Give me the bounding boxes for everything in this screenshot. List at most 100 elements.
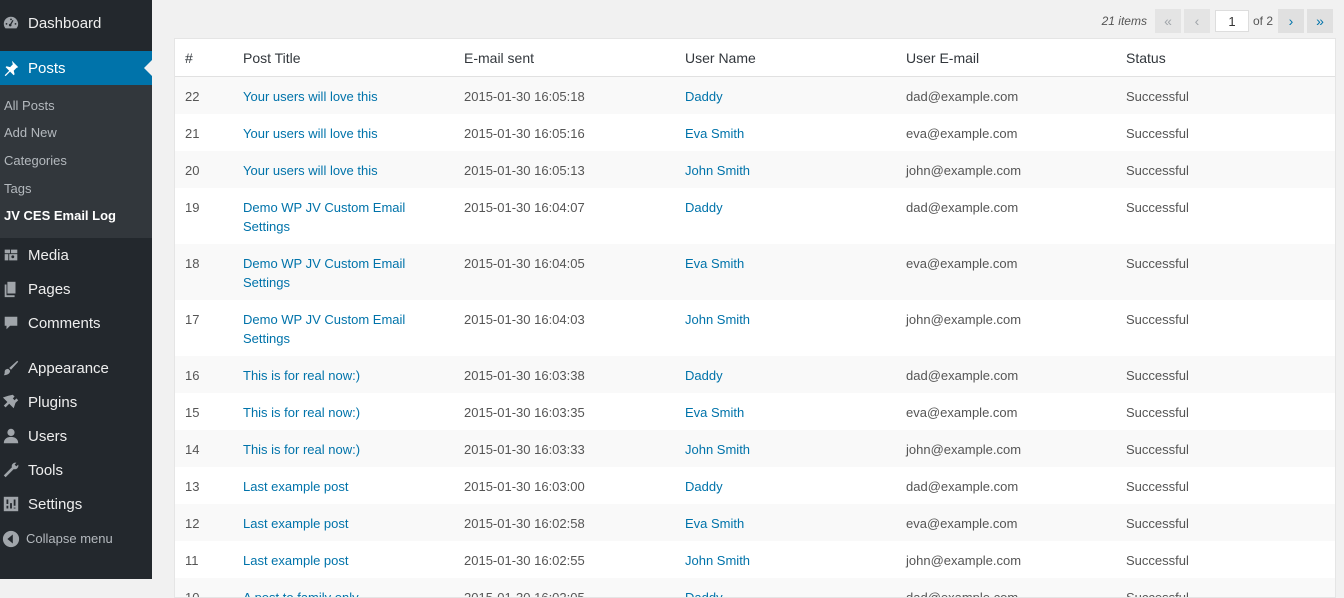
post-title-link[interactable]: Last example post [243,551,418,570]
submenu-add-new[interactable]: Add New [4,125,57,140]
collapse-menu-button[interactable]: Collapse menu [0,521,152,555]
user-name-link[interactable]: John Smith [685,312,750,327]
user-email: john@example.com [906,151,1126,188]
menu-item-posts[interactable]: Posts [0,51,152,85]
column-header-status[interactable]: Status [1126,39,1335,77]
submenu-all-posts[interactable]: All Posts [4,98,55,113]
user-email: eva@example.com [906,405,1018,420]
menu-item-settings[interactable]: Settings [0,487,152,521]
menu-item-comments[interactable]: Comments [0,306,152,340]
table-row: 15 This is for real now:) 2015-01-30 16:… [175,393,1335,430]
status: Successful [1126,200,1189,215]
email-sent-date: 2015-01-30 16:02:58 [464,504,685,541]
menu-item-tools[interactable]: Tools [0,453,152,487]
email-sent-date: 2015-01-30 16:03:35 [464,405,585,420]
dashboard-icon [2,14,20,32]
post-title-link[interactable]: Your users will love this [243,161,418,180]
submenu-jv-ces-email-log[interactable]: JV CES Email Log [4,208,116,223]
column-header-post-title[interactable]: Post Title [243,39,464,77]
status: Successful [1126,504,1335,541]
post-title-link[interactable]: Your users will love this [243,87,418,106]
tablenav-pagination: 21 items « ‹ of 2 › » [1102,8,1336,34]
user-name-link[interactable]: Eva Smith [685,516,744,531]
email-sent-date: 2015-01-30 16:05:13 [464,151,685,188]
menu-label-plugins: Plugins [28,393,78,411]
user-name-link[interactable]: John Smith [685,553,750,568]
user-name-link[interactable]: Daddy [685,368,723,383]
paintbrush-icon [2,359,20,377]
row-number: 12 [175,504,243,541]
submenu-categories[interactable]: Categories [4,153,67,168]
current-menu-arrow [144,60,152,76]
next-page-button[interactable]: › [1278,9,1304,33]
submenu-tags[interactable]: Tags [4,181,31,196]
row-number: 20 [175,151,243,188]
table-row: 13 Last example post 2015-01-30 16:03:00… [175,467,1335,504]
user-icon [2,427,20,445]
comment-icon [2,314,20,332]
user-email: dad@example.com [906,200,1019,215]
status: Successful [1126,244,1335,300]
post-title-link[interactable]: Last example post [243,477,418,496]
first-page-button[interactable]: « [1154,9,1181,33]
post-title-link[interactable]: This is for real now:) [243,366,418,385]
row-number: 13 [185,479,200,494]
post-title-link[interactable]: Last example post [243,514,418,533]
user-name-link[interactable]: John Smith [685,442,750,457]
prev-page-button[interactable]: ‹ [1183,9,1210,33]
menu-label-tools: Tools [28,461,64,479]
user-name-link[interactable]: Eva Smith [685,256,744,271]
post-title-link[interactable]: Your users will love this [243,124,418,143]
user-name-link[interactable]: John Smith [685,163,750,178]
user-email: john@example.com [906,312,1022,327]
column-header-email-sent[interactable]: E-mail sent [464,39,685,77]
menu-item-appearance[interactable]: Appearance [0,351,152,385]
menu-item-dashboard[interactable]: Dashboard [0,6,152,40]
posts-submenu: All Posts Add New Categories Tags JV CES… [0,85,152,238]
post-title-link[interactable]: This is for real now:) [243,403,418,422]
email-sent-date: 2015-01-30 16:04:03 [464,312,585,327]
menu-item-users[interactable]: Users [0,419,152,453]
menu-item-media[interactable]: Media [0,238,152,272]
row-number: 18 [175,244,243,300]
user-name-link[interactable]: Daddy [685,89,723,104]
user-name-link[interactable]: Eva Smith [685,126,744,141]
menu-label-pages: Pages [28,280,71,298]
user-email: dad@example.com [906,76,1126,114]
post-title-link[interactable]: Demo WP JV Custom Email Settings [243,198,418,236]
email-sent-date: 2015-01-30 16:05:18 [464,76,685,114]
status: Successful [1126,312,1189,327]
total-pages-label: of 2 [1252,14,1273,28]
menu-label-media: Media [28,246,69,264]
column-header-user-email[interactable]: User E-mail [906,39,1126,77]
user-email: john@example.com [906,553,1022,568]
user-email: dad@example.com [906,479,1019,494]
wrench-icon [2,461,20,479]
row-number: 14 [175,430,243,467]
table-header-row: # Post Title E-mail sent User Name User … [175,39,1335,77]
menu-label-appearance: Appearance [28,359,109,377]
post-title-link[interactable]: A post to family only [243,588,418,597]
post-title-link[interactable]: Demo WP JV Custom Email Settings [243,254,418,292]
table-row: 16 This is for real now:) 2015-01-30 16:… [175,356,1335,393]
post-title-link[interactable]: This is for real now:) [243,440,418,459]
menu-item-pages[interactable]: Pages [0,272,152,306]
pages-icon [2,280,20,298]
menu-item-plugins[interactable]: Plugins [0,385,152,419]
row-number: 22 [175,76,243,114]
user-name-link[interactable]: Daddy [685,200,723,215]
email-sent-date: 2015-01-30 16:03:33 [464,430,685,467]
current-page-input[interactable] [1214,10,1249,32]
user-email: john@example.com [906,430,1126,467]
last-page-button[interactable]: » [1307,9,1333,33]
row-number: 11 [185,553,199,568]
column-header-user-name[interactable]: User Name [685,39,906,77]
user-name-link[interactable]: Daddy [685,479,723,494]
status: Successful [1126,578,1335,597]
user-name-link[interactable]: Daddy [685,590,723,597]
table-row: 20 Your users will love this 2015-01-30 … [175,151,1335,188]
status: Successful [1126,430,1335,467]
email-sent-date: 2015-01-30 16:02:55 [464,553,585,568]
post-title-link[interactable]: Demo WP JV Custom Email Settings [243,310,418,348]
user-name-link[interactable]: Eva Smith [685,405,744,420]
